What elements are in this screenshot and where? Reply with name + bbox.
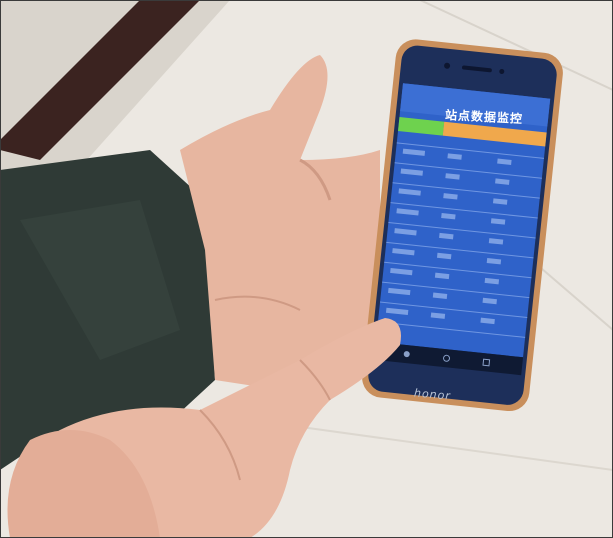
photo [0, 0, 613, 538]
